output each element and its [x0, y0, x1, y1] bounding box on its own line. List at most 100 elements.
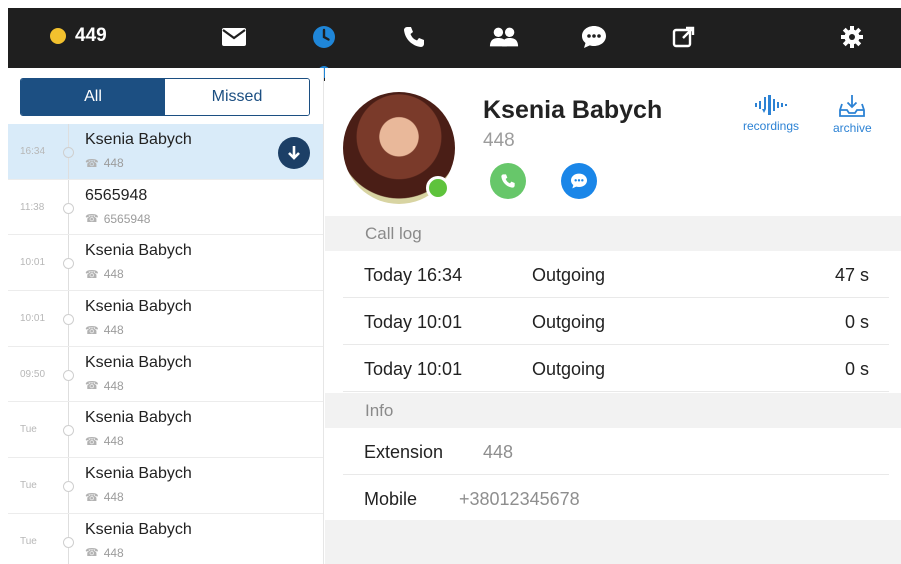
- call-log-direction: Outgoing: [532, 312, 606, 332]
- call-time: 16:34: [20, 146, 46, 157]
- call-log-header: Call log: [325, 216, 901, 251]
- online-status-dot: [426, 176, 450, 200]
- contact-extension: 448: [483, 130, 515, 151]
- clock-icon[interactable]: [309, 22, 339, 52]
- download-button[interactable]: [278, 137, 310, 169]
- panel-footer: [325, 520, 901, 564]
- timeline-node: [63, 425, 74, 437]
- call-list: 16:34 Ksenia Babych ☎ 448 11:38 6565948 ☎ 65659…: [8, 124, 323, 564]
- caller-name: Ksenia Babych: [85, 465, 192, 483]
- extension-value[interactable]: 448: [483, 442, 513, 463]
- caller-number: 448: [103, 378, 124, 393]
- outgoing-call-icon: ☎: [85, 268, 99, 281]
- phone-icon: [501, 174, 515, 188]
- mobile-label: Mobile: [364, 489, 418, 509]
- filter-missed-button[interactable]: Missed: [165, 79, 309, 115]
- chat-icon[interactable]: [579, 22, 609, 52]
- call-list-item[interactable]: Tue Ksenia Babych ☎ 448: [8, 458, 323, 514]
- caller-number-line: ☎ 448: [85, 434, 124, 448]
- caller-name: 6565948: [85, 186, 148, 204]
- outgoing-call-icon: ☎: [85, 547, 99, 560]
- call-time: Tue: [20, 480, 37, 492]
- outgoing-call-icon: ☎: [85, 213, 99, 226]
- call-list-item[interactable]: Tue Ksenia Babych ☎ 448: [8, 402, 323, 459]
- timeline-node: [63, 258, 74, 270]
- caller-number: 448: [103, 156, 124, 170]
- mobile-value[interactable]: +38012345678: [459, 489, 580, 510]
- caller-number: 448: [103, 545, 124, 560]
- timeline-node: [63, 314, 74, 326]
- caller-name: Ksenia Babych: [85, 520, 192, 538]
- timeline-node: [63, 369, 74, 381]
- call-log-duration: 47 s: [834, 265, 869, 285]
- outgoing-call-icon: ☎: [85, 435, 99, 448]
- call-log-direction: Outgoing: [532, 265, 606, 285]
- outgoing-call-icon: ☎: [85, 491, 99, 504]
- call-log-duration: 0 s: [844, 359, 869, 379]
- archive-button[interactable]: archive: [833, 94, 872, 135]
- call-list-item[interactable]: 10:01 Ksenia Babych ☎ 448: [8, 291, 323, 347]
- caller-number: 448: [103, 434, 124, 449]
- info-header: Info: [325, 393, 901, 428]
- call-button[interactable]: [490, 163, 526, 199]
- call-log-entry[interactable]: Today 16:34 Outgoing 47 s: [343, 251, 889, 298]
- caller-number-line: ☎ 448: [85, 267, 124, 281]
- filter-all-button[interactable]: All: [21, 79, 165, 115]
- timeline-node: [63, 147, 74, 158]
- top-bar: 449: [8, 8, 901, 81]
- call-time: Tue: [20, 535, 37, 547]
- call-log-entry[interactable]: Today 10:01 Outgoing 0 s: [343, 298, 889, 345]
- call-list-item[interactable]: 11:38 6565948 ☎ 6565948: [8, 179, 323, 236]
- contact-name: Ksenia Babych: [483, 96, 663, 124]
- recordings-button[interactable]: recordings: [743, 94, 799, 133]
- timeline-node: [63, 202, 74, 214]
- call-list-item[interactable]: 10:01 Ksenia Babych ☎ 448: [8, 235, 323, 292]
- call-time: 09:50: [20, 368, 46, 380]
- download-arrow-icon: [288, 146, 300, 160]
- caller-number-line: ☎ 448: [85, 490, 124, 504]
- call-log-when: Today 16:34: [364, 265, 463, 285]
- outgoing-call-icon: ☎: [85, 157, 99, 170]
- users-icon[interactable]: [489, 22, 519, 52]
- caller-number-line: ☎ 448: [85, 546, 124, 560]
- call-log-when: Today 10:01: [364, 359, 463, 379]
- gear-icon[interactable]: [837, 22, 867, 52]
- envelope-icon[interactable]: [219, 22, 249, 52]
- call-time: 10:01: [20, 257, 46, 269]
- call-log-entry[interactable]: Today 10:01 Outgoing 0 s: [343, 345, 889, 392]
- status-indicator[interactable]: 449: [50, 25, 107, 47]
- mobile-row: Mobile +38012345678: [343, 475, 889, 522]
- recordings-label: recordings: [743, 119, 800, 133]
- call-time: 10:01: [20, 313, 46, 325]
- chat-icon: [571, 173, 587, 189]
- timeline-node: [63, 481, 74, 493]
- contact-details-panel: Ksenia Babych 448 recordings archive Cal…: [325, 68, 901, 564]
- caller-number: 448: [103, 490, 124, 505]
- phone-icon[interactable]: [399, 22, 429, 52]
- call-log-when: Today 10:01: [364, 312, 463, 332]
- call-list-item[interactable]: 09:50 Ksenia Babych ☎ 448: [8, 346, 323, 403]
- chat-button[interactable]: [561, 163, 597, 199]
- waveform-icon: [755, 95, 788, 115]
- call-log-direction: Outgoing: [532, 359, 606, 379]
- call-list-item[interactable]: Tue Ksenia Babych ☎ 448: [8, 513, 323, 564]
- caller-name: Ksenia Babych: [85, 353, 192, 371]
- call-filter-toggle: All Missed: [20, 78, 310, 116]
- archive-icon: [839, 95, 866, 117]
- outgoing-call-icon: ☎: [85, 324, 99, 337]
- caller-name: Ksenia Babych: [85, 242, 192, 260]
- call-list-item[interactable]: 16:34 Ksenia Babych ☎ 448: [8, 124, 323, 180]
- caller-number: 448: [103, 267, 124, 282]
- external-link-icon[interactable]: [669, 22, 699, 52]
- caller-number-line: ☎ 448: [85, 379, 124, 393]
- outgoing-call-icon: ☎: [85, 380, 99, 393]
- caller-number-line: ☎ 448: [85, 156, 124, 170]
- caller-name: Ksenia Babych: [85, 409, 192, 427]
- caller-number-line: ☎ 448: [85, 323, 124, 337]
- call-history-panel: All Missed 16:34 Ksenia Babych ☎ 448 11:38 65…: [8, 68, 324, 564]
- call-log-duration: 0 s: [844, 312, 869, 332]
- extension-row: Extension 448: [343, 428, 889, 475]
- caller-name: Ksenia Babych: [85, 298, 192, 316]
- own-extension: 449: [75, 25, 107, 46]
- caller-number: 6565948: [103, 211, 151, 226]
